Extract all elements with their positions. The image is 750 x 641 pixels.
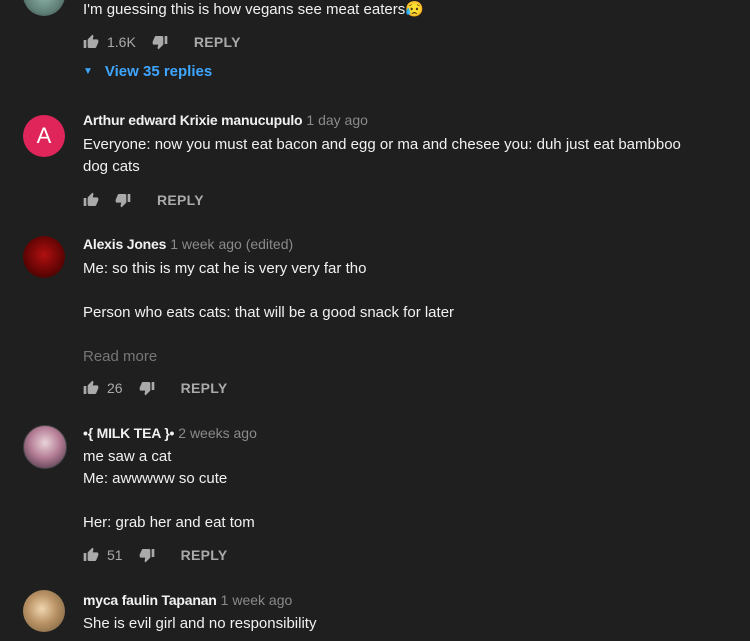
thumbs-up-icon[interactable]	[83, 547, 99, 563]
avatar[interactable]	[23, 0, 65, 16]
timestamp[interactable]: 1 week ago (edited)	[170, 236, 293, 252]
avatar[interactable]	[23, 425, 67, 469]
comment-actions: 1.6K REPLY	[83, 32, 241, 52]
author-name[interactable]: myca faulin Tapanan	[83, 592, 217, 608]
thumbs-down-icon[interactable]	[115, 192, 131, 208]
reply-button[interactable]: REPLY	[181, 380, 228, 396]
avatar[interactable]	[23, 236, 65, 278]
comment-text: I'm guessing this is how vegans see meat…	[83, 0, 703, 21]
avatar[interactable]	[23, 590, 65, 632]
like-count: 51	[107, 547, 123, 563]
comment-line: I'm guessing this is how vegans see meat…	[83, 1, 424, 18]
timestamp[interactable]: 2 weeks ago	[178, 425, 257, 441]
thumbs-down-icon[interactable]	[152, 34, 168, 50]
view-replies-label: View 35 replies	[104, 63, 213, 80]
comment-header: myca faulin Tapanan 1 week ago	[83, 592, 292, 608]
comment-header: •{ MILK TEA }• 2 weeks ago	[83, 425, 257, 441]
thumbs-down-icon[interactable]	[139, 380, 155, 396]
timestamp[interactable]: 1 week ago	[221, 592, 293, 608]
reply-button[interactable]: REPLY	[181, 547, 228, 563]
comment-actions: 26 REPLY	[83, 378, 227, 398]
comment-line: Her: grab her and eat tom	[83, 514, 255, 531]
thumbs-down-icon[interactable]	[139, 547, 155, 563]
comment-header: Alexis Jones 1 week ago (edited)	[83, 236, 293, 252]
avatar[interactable]: A	[23, 115, 65, 157]
avatar-letter: A	[36, 123, 52, 148]
caret-down-icon: ▼	[83, 66, 93, 77]
author-name[interactable]: Alexis Jones	[83, 236, 166, 252]
comment-line: Me: awwwww so cute	[83, 470, 228, 487]
read-more-link[interactable]: Read more	[83, 348, 157, 365]
comment-text: Me: so this is my cat he is very very fa…	[83, 258, 703, 324]
comment-text: She is evil girl and no responsibility	[83, 613, 703, 635]
thumbs-up-icon[interactable]	[83, 192, 99, 208]
like-count: 1.6K	[107, 34, 136, 50]
like-count: 26	[107, 380, 123, 396]
timestamp[interactable]: 1 day ago	[306, 112, 368, 128]
comment-line: Everyone: now you must eat bacon and egg…	[83, 136, 681, 153]
comment-line: She is evil girl and no responsibility	[83, 615, 317, 632]
comment-text: Everyone: now you must eat bacon and egg…	[83, 134, 703, 178]
comment-header: Arthur edward Krixie manucupulo 1 day ago	[83, 112, 368, 128]
author-name[interactable]: Arthur edward Krixie manucupulo	[83, 112, 303, 128]
reply-button[interactable]: REPLY	[194, 34, 241, 50]
comment-line: Me: so this is my cat he is very very fa…	[83, 260, 367, 277]
thumbs-up-icon[interactable]	[83, 380, 99, 396]
reply-button[interactable]: REPLY	[157, 192, 204, 208]
comment-actions: 51 REPLY	[83, 545, 227, 565]
comment-line: dog cats	[83, 158, 140, 175]
comment-line: Person who eats cats: that will be a goo…	[83, 304, 455, 321]
comment-line: me saw a cat	[83, 448, 172, 465]
view-replies-button[interactable]: ▼ View 35 replies	[83, 63, 212, 80]
comment-text: me saw a cat Me: awwwww so cute Her: gra…	[83, 446, 703, 534]
thumbs-up-icon[interactable]	[83, 34, 99, 50]
author-name[interactable]: •{ MILK TEA }•	[83, 425, 174, 441]
comment-actions: REPLY	[83, 190, 204, 210]
